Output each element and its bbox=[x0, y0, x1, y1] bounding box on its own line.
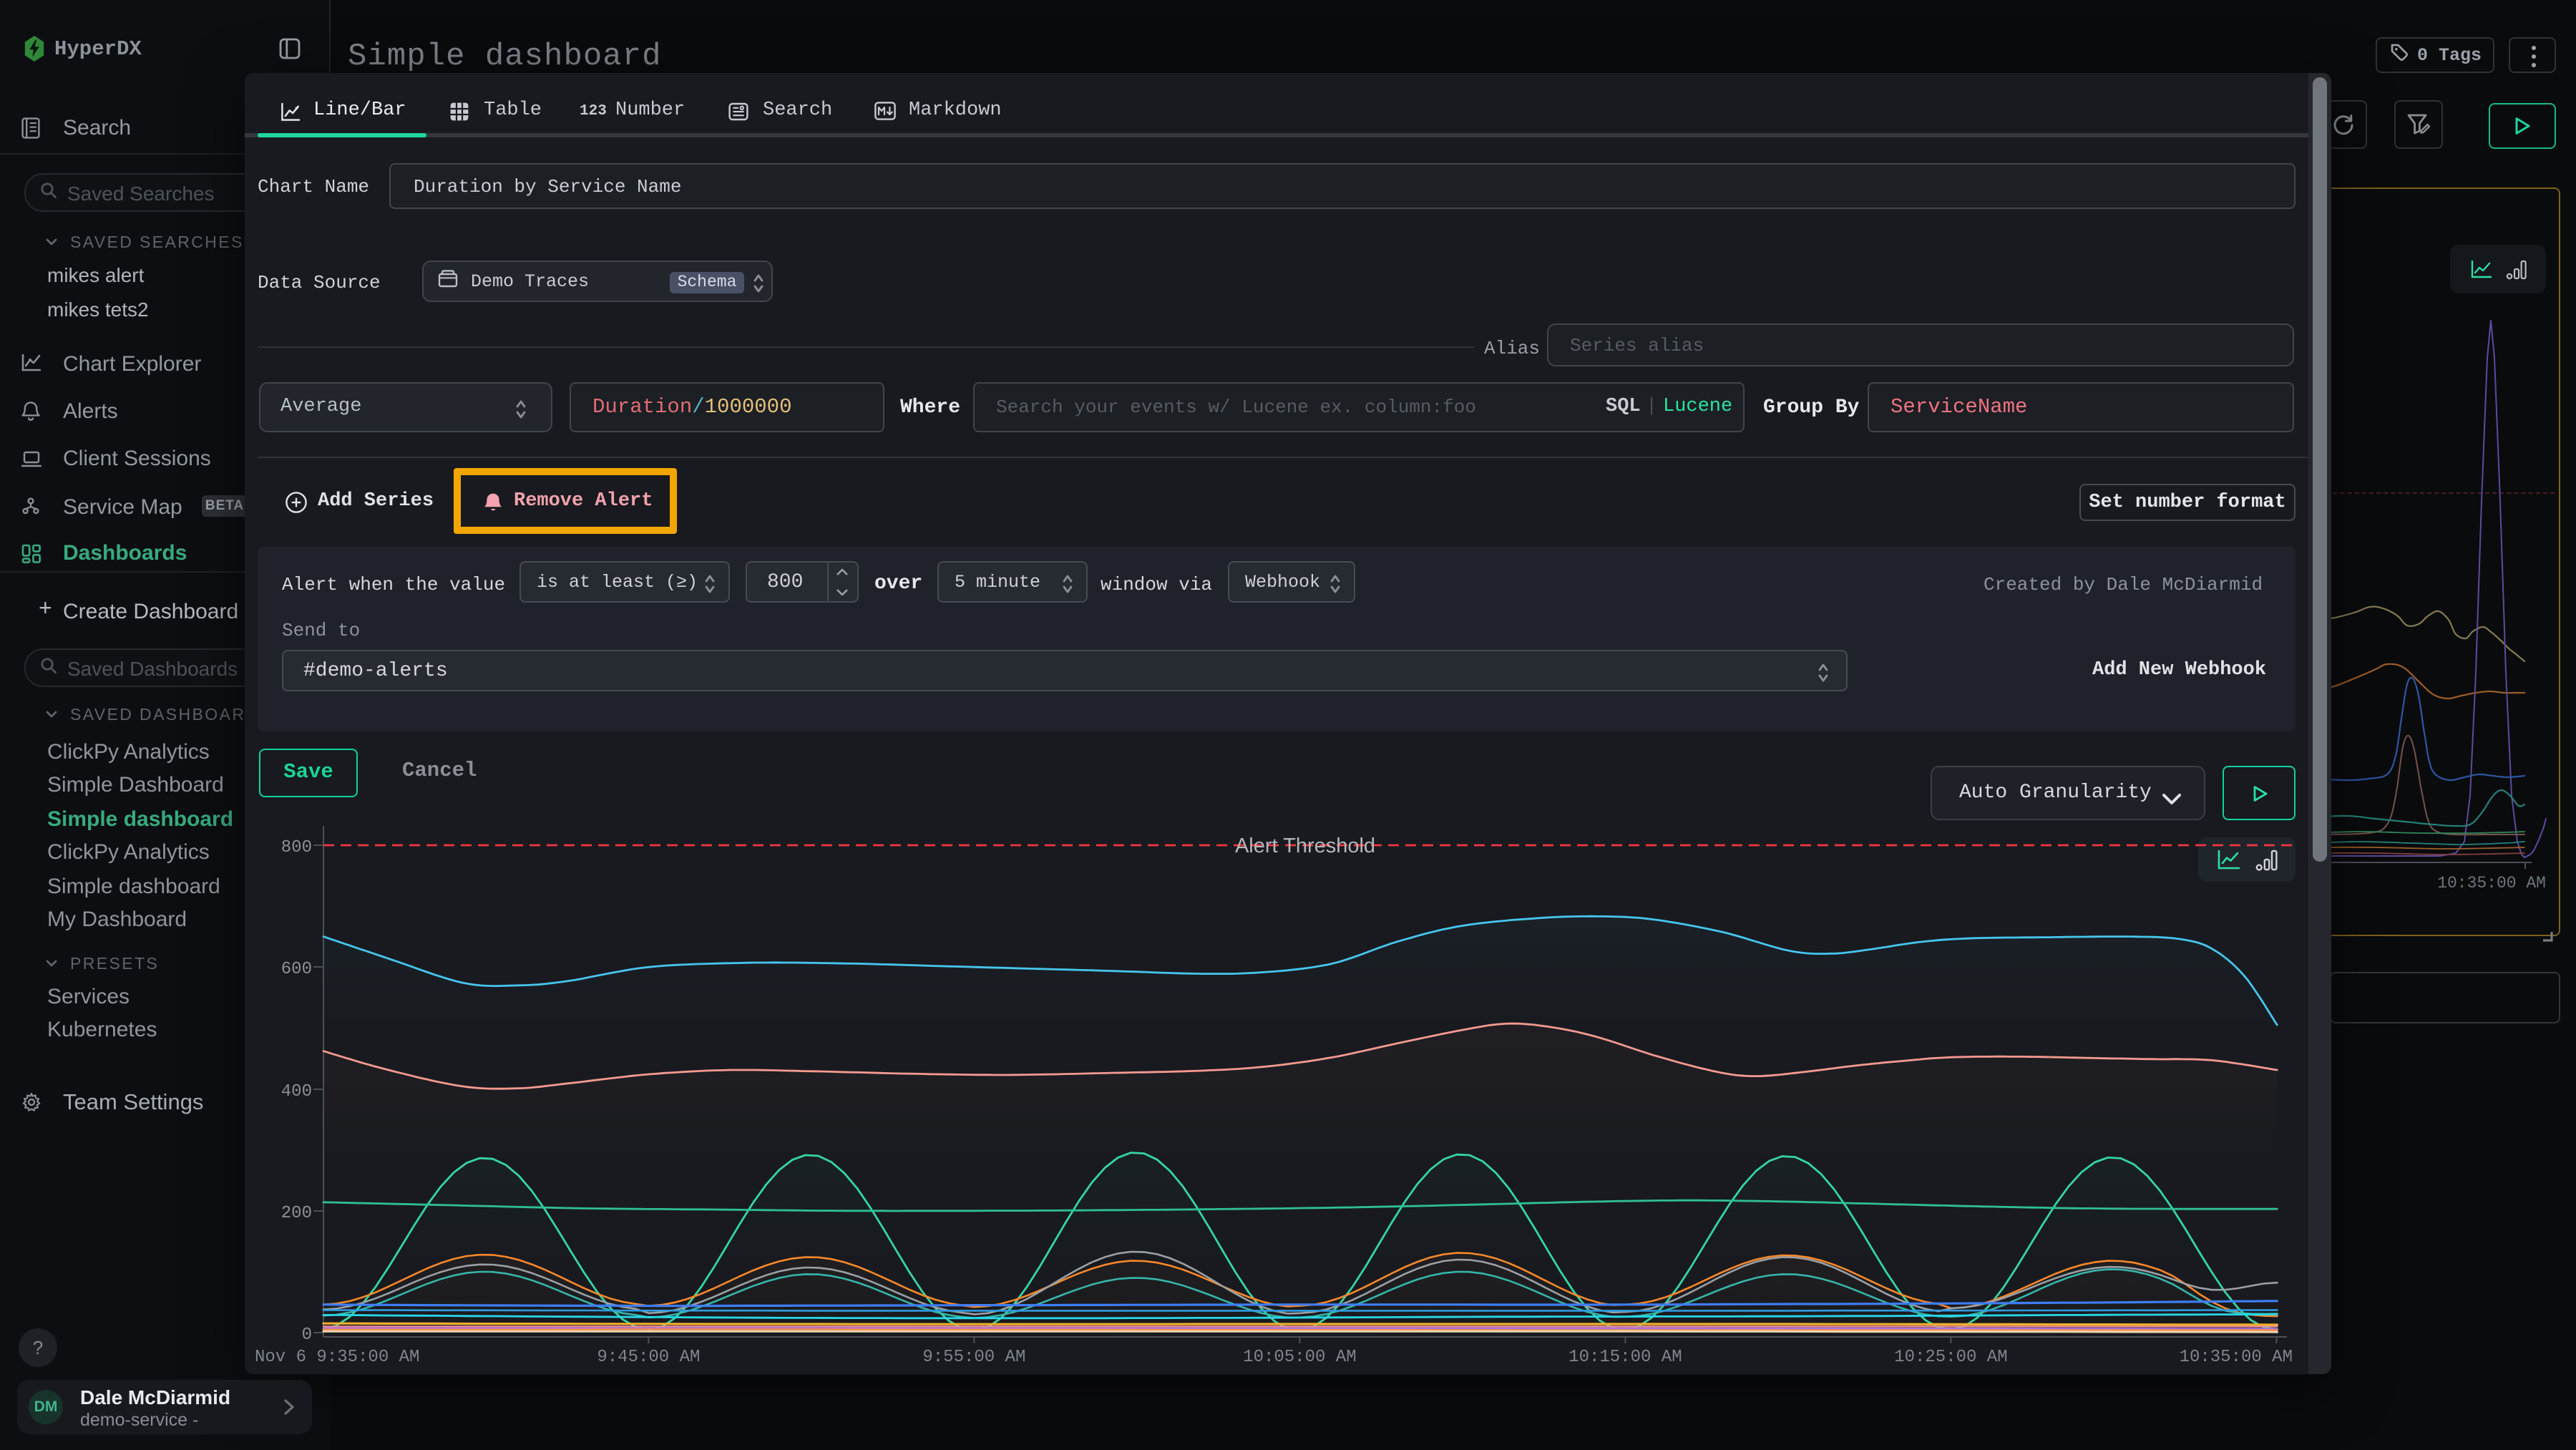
svg-text:400: 400 bbox=[281, 1082, 312, 1101]
svg-text:10:25:00 AM: 10:25:00 AM bbox=[1894, 1348, 2007, 1367]
svg-text:200: 200 bbox=[281, 1204, 312, 1223]
svg-text:10:15:00 AM: 10:15:00 AM bbox=[1568, 1348, 1682, 1367]
svg-text:800: 800 bbox=[281, 838, 312, 857]
svg-text:600: 600 bbox=[281, 960, 312, 979]
svg-text:0: 0 bbox=[302, 1325, 312, 1345]
svg-text:Nov 6 9:35:00 AM: Nov 6 9:35:00 AM bbox=[255, 1348, 419, 1367]
svg-text:9:55:00 AM: 9:55:00 AM bbox=[922, 1348, 1025, 1367]
svg-text:10:35:00 AM: 10:35:00 AM bbox=[2180, 1348, 2293, 1367]
svg-text:9:45:00 AM: 9:45:00 AM bbox=[597, 1348, 700, 1367]
svg-text:10:05:00 AM: 10:05:00 AM bbox=[1243, 1348, 1356, 1367]
svg-text:Alert Threshold: Alert Threshold bbox=[1235, 835, 1375, 857]
